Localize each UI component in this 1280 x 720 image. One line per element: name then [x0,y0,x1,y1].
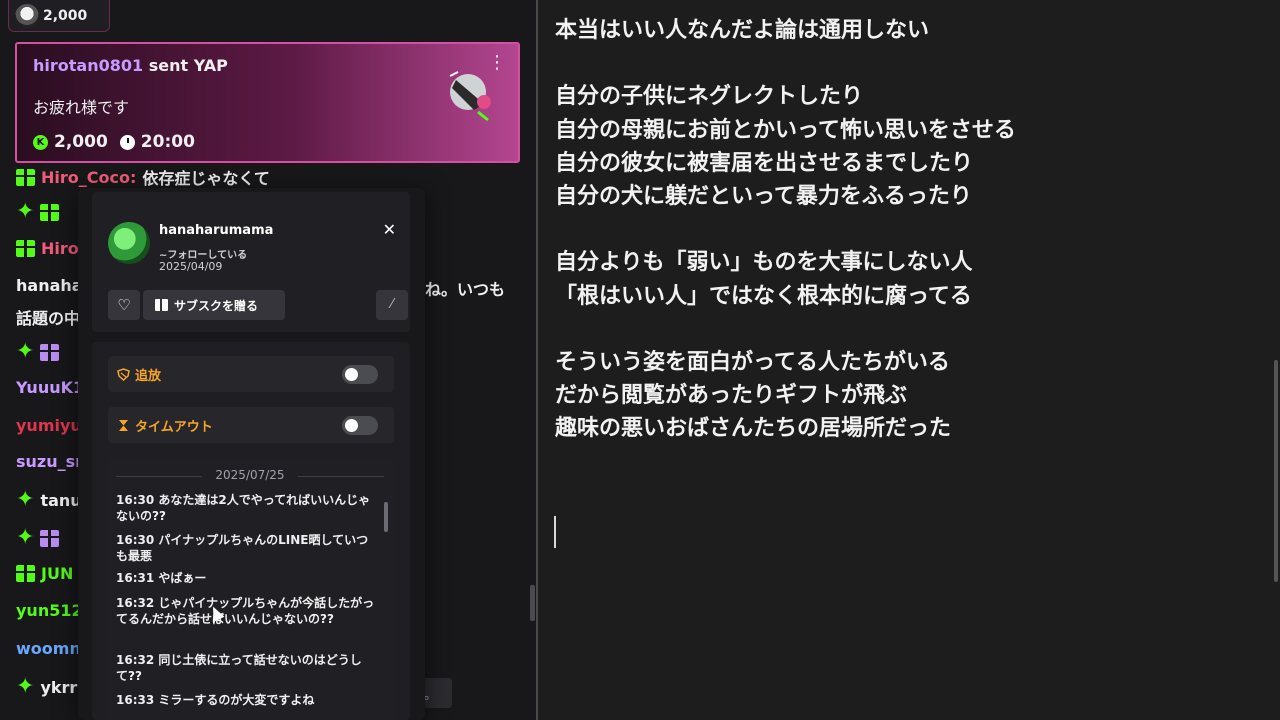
hourglass-icon [119,419,128,431]
close-icon[interactable]: ✕ [383,220,396,239]
gift-message-card: hirotan0801 sent YAP お疲れ様です K 2,000 20:0… [15,42,520,163]
history-date: 2025/07/25 [116,468,384,482]
chat-username[interactable]: Hiro_Coco: [41,168,136,187]
user-card-username[interactable]: hanaharumama [159,223,273,238]
chat-username[interactable]: ykrr [40,678,77,697]
gift-amount: 2,000 [54,132,108,152]
yap-megaphone-icon [449,71,491,122]
chat-message-fragment: 話題の中 [16,309,81,328]
chat-message: ✦ [16,527,65,549]
user-card-popup: hanaharumama ~フォローしている 2025/04/09 ✕ ♡ サブ… [78,188,425,720]
chat-message: ✦ [16,341,65,363]
gift-action: sent YAP [148,56,228,75]
history-message: 16:31 やばぁー [116,571,207,585]
gift-duration: 20:00 [140,132,195,152]
avatar[interactable] [108,222,150,264]
timeout-toggle[interactable] [342,416,378,435]
history-message: 16:30 あなた達は2人でやってればいいんじゃないの?? [116,493,371,523]
sparkle-icon: ✦ [16,487,35,512]
text-caret [554,516,556,548]
heart-icon[interactable]: ♡ [108,290,140,320]
chat-username[interactable]: suzu_sı [16,452,81,471]
notepad-scrollbar[interactable] [1274,360,1278,582]
ban-label: 追放 [135,368,162,384]
history-message: 16:30 パイナップルちゃんのLINE晒していつも最悪 [116,533,369,563]
clock-icon [119,134,135,150]
chat-message: ✦ ykrr [16,676,77,698]
history-message: 16:33 ミラーするのが大変ですよね [116,693,315,707]
follow-status: ~フォローしている [159,250,248,261]
chat-message: woomn [16,639,81,658]
mute-icon[interactable]: ⁄ [376,290,408,320]
chat-username[interactable]: YuuuK1 [16,378,84,397]
chat-message: YuuuK1 [16,378,84,397]
chat-username[interactable]: JUN [41,564,73,583]
notepad-text[interactable]: 本当はいい人なんだよ論は通用しない 自分の子供にネグレクトしたり 自分の母親にお… [555,14,1016,446]
gift-icon [16,565,35,582]
gift-icon [155,299,168,311]
chat-message: JUN [16,564,73,583]
chat-message: hanaha [16,276,83,295]
sparkle-icon: ✦ [16,339,35,364]
gift-icon [40,529,60,547]
chat-message-fragment: ね。いつも [425,280,506,299]
message-history: 2025/07/25 16:30 あなた達は2人でやってればいいんじゃないの??… [108,458,394,720]
ban-toggle[interactable] [342,365,378,384]
user-card-moderation: 追放 タイムアウト 2025/07/25 16:30 あなた達は2人でやってれば… [92,342,410,720]
chat-scrollbar[interactable] [530,585,535,621]
chat-message: ✦ [16,201,65,223]
chat-message-text: 依存症じゃなくて [142,169,270,188]
gifter-avatar [15,3,39,28]
chat-message: Hiro_Coco: 依存症じゃなくて [16,165,270,189]
chat-message: ✦ tanu [16,489,82,511]
chat-username[interactable]: Hiro [41,239,79,258]
follow-date: 2025/04/09 [159,260,223,273]
chat-message: yun512 [16,601,83,620]
chat-username[interactable]: hanaha [16,276,83,295]
chat-username[interactable]: yumiyu [16,416,82,435]
pinned-gift-amount: 2,000 [43,7,88,24]
history-message: 16:32 同じ土俵に立って話せないのはどうして?? [116,653,362,683]
ban-row: 追放 [108,356,394,392]
gift-sub-button[interactable]: サブスクを贈る [143,290,285,320]
kick-coin-icon: K [33,134,48,150]
gift-icon [40,343,60,361]
gift-sender-name[interactable]: hirotan0801 [33,56,143,75]
chat-username[interactable]: woomn [16,639,81,658]
gift-sub-label: サブスクを贈る [174,298,259,313]
history-scrollbar[interactable] [384,502,388,532]
chat-message: yumiyu [16,416,82,435]
chat-message: Hiro [16,239,79,258]
shield-icon [117,367,130,381]
chat-username[interactable]: yun512 [16,601,83,620]
gift-meta: K 2,000 20:00 [33,132,195,152]
chat-message: suzu_sı [16,452,81,471]
notepad-editor[interactable]: 本当はいい人なんだよ論は通用しない 自分の子供にネグレクトしたり 自分の母親にお… [536,0,1280,720]
gift-sender-line: hirotan0801 sent YAP [33,56,228,75]
gift-message-text: お疲れ様です [33,98,130,117]
sparkle-icon: ✦ [16,199,35,224]
gift-icon [16,240,35,257]
history-message: 16:32 じゃパイナップルちゃんが今話したがってるんだから話せばいいんじゃない… [116,596,375,626]
user-card-header: hanaharumama ~フォローしている 2025/04/09 ✕ ♡ サブ… [92,192,410,332]
chat-username[interactable]: tanu [40,491,81,510]
gift-icon [16,168,35,186]
timeout-label: タイムアウト [135,419,213,435]
sparkle-icon: ✦ [16,674,35,699]
gift-icon [40,203,60,221]
timeout-row: タイムアウト [108,407,394,443]
sparkle-icon: ✦ [16,525,35,550]
pinned-gift-badge[interactable]: 2,000 [8,0,110,32]
